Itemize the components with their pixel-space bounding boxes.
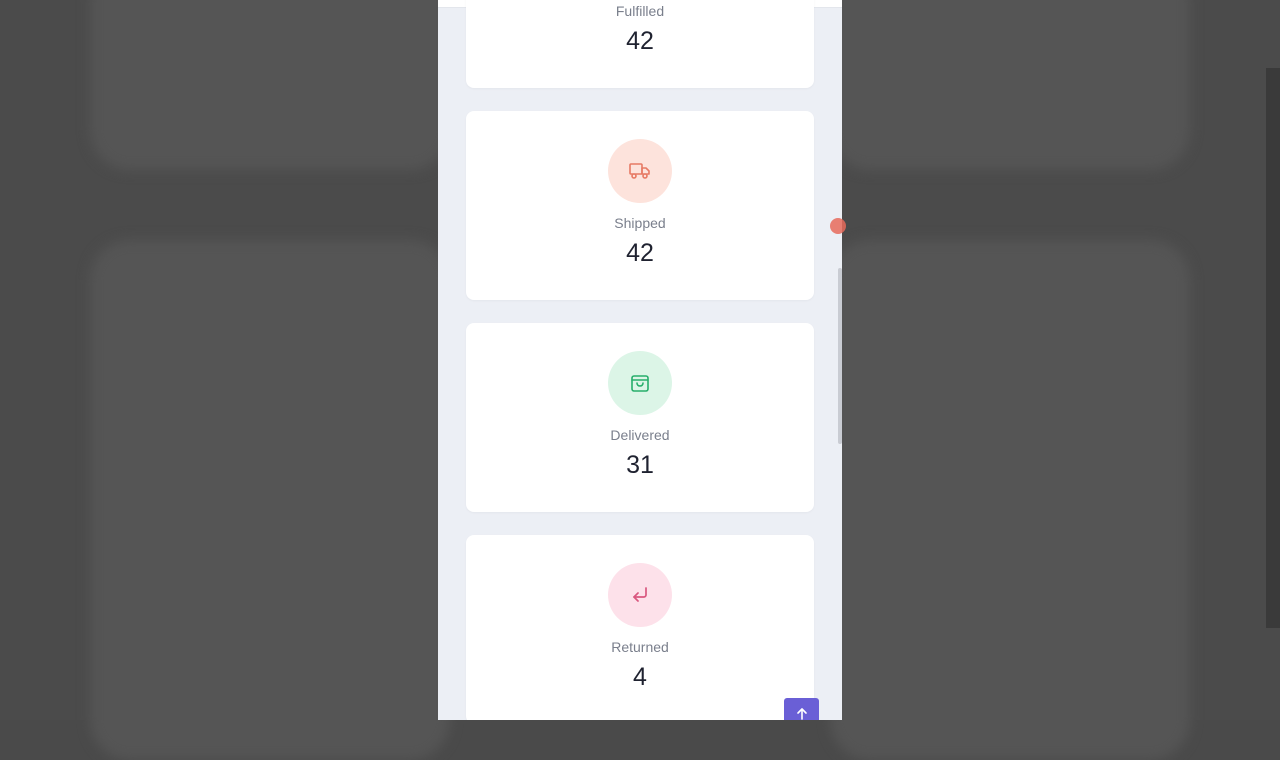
stat-label: Returned	[611, 639, 669, 655]
stat-label: Fulfilled	[615, 3, 665, 19]
arrow-up-icon	[796, 708, 807, 720]
scroll-to-top-button[interactable]	[784, 698, 819, 720]
background-card	[830, 240, 1190, 760]
stat-card-returned[interactable]: Returned 4	[466, 535, 814, 720]
truck-icon	[608, 139, 672, 203]
background-card	[90, 240, 450, 760]
stat-value: 4	[633, 663, 647, 691]
return-arrow-icon	[608, 563, 672, 627]
mobile-screen[interactable]: Fulfilled 42 Shipped 42 Delivered 31 Ret…	[438, 0, 842, 720]
stat-card-fulfilled[interactable]: Fulfilled 42	[466, 0, 814, 88]
background-card	[830, 0, 1190, 170]
background-edge	[1266, 68, 1280, 628]
stat-label: Delivered	[610, 427, 670, 443]
stat-card-shipped[interactable]: Shipped 42	[466, 111, 814, 300]
stat-value: 42	[626, 239, 654, 267]
stat-value: 31	[626, 451, 654, 479]
shopping-bag-icon	[608, 351, 672, 415]
stat-label: Shipped	[614, 215, 666, 231]
stat-card-delivered[interactable]: Delivered 31	[466, 323, 814, 512]
notification-dot	[830, 218, 846, 234]
stat-value: 42	[626, 27, 654, 55]
scrollbar[interactable]	[838, 268, 842, 444]
background-card	[90, 0, 450, 170]
